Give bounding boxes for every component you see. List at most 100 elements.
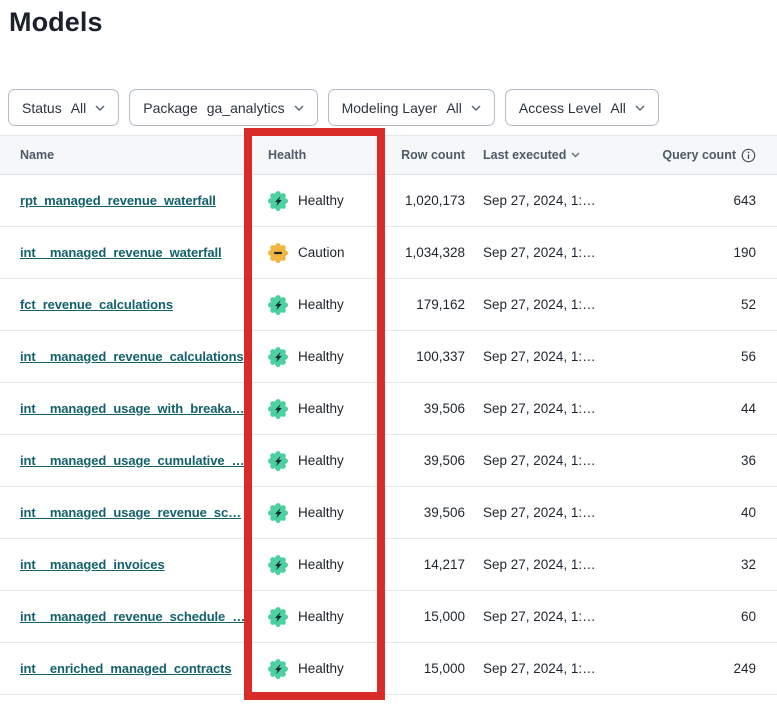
row-count: 1,020,173 xyxy=(383,193,473,208)
filter-access-level-label: Access Level xyxy=(519,100,601,116)
model-link[interactable]: int__managed_invoices xyxy=(20,557,165,572)
query-count: 32 xyxy=(610,557,777,572)
row-count: 1,034,328 xyxy=(383,245,473,260)
health-badge-icon xyxy=(268,659,288,679)
health-label: Healthy xyxy=(298,193,344,208)
health-label: Caution xyxy=(298,245,345,260)
chevron-down-icon xyxy=(471,105,481,111)
column-header-name: Name xyxy=(0,148,248,162)
health-badge-icon xyxy=(268,399,288,419)
column-header-last-executed-label: Last executed xyxy=(483,148,566,162)
column-header-last-executed[interactable]: Last executed xyxy=(473,148,610,162)
table-row: rpt_managed_revenue_waterfall xyxy=(0,175,777,227)
chevron-down-icon xyxy=(635,105,645,111)
last-executed: Sep 27, 2024, 1:… xyxy=(473,661,610,676)
model-link[interactable]: int__managed_revenue_calculations xyxy=(20,349,244,364)
query-count: 60 xyxy=(610,609,777,624)
last-executed: Sep 27, 2024, 1:… xyxy=(473,453,610,468)
query-count: 52 xyxy=(610,297,777,312)
health-label: Healthy xyxy=(298,453,344,468)
last-executed: Sep 27, 2024, 1:… xyxy=(473,557,610,572)
query-count: 40 xyxy=(610,505,777,520)
table-row: int__managed_revenue_calculations xyxy=(0,331,777,383)
column-header-query-count-label: Query count xyxy=(662,148,736,162)
row-count: 179,162 xyxy=(383,297,473,312)
column-header-query-count: Query count xyxy=(610,148,777,163)
last-executed: Sep 27, 2024, 1:… xyxy=(473,245,610,260)
model-link[interactable]: int__enriched_managed_contracts xyxy=(20,661,231,676)
models-table: Name Health Row count Last executed Quer… xyxy=(0,135,777,695)
last-executed: Sep 27, 2024, 1:… xyxy=(473,505,610,520)
filter-status[interactable]: Status All xyxy=(8,89,119,126)
table-row: int__enriched_managed_contracts xyxy=(0,643,777,695)
health-badge-icon xyxy=(268,555,288,575)
health-badge-icon xyxy=(268,243,288,263)
query-count: 44 xyxy=(610,401,777,416)
health-badge-icon xyxy=(268,503,288,523)
model-link[interactable]: int__managed_usage_with_breaka… xyxy=(20,401,245,416)
row-count: 39,506 xyxy=(383,505,473,520)
chevron-down-icon xyxy=(294,105,304,111)
table-row: int__managed_usage_revenue_sc… xyxy=(0,487,777,539)
column-header-row-count: Row count xyxy=(383,148,473,162)
query-count: 56 xyxy=(610,349,777,364)
health-label: Healthy xyxy=(298,609,344,624)
info-icon[interactable] xyxy=(741,148,756,163)
filter-status-value: All xyxy=(71,100,87,116)
query-count: 249 xyxy=(610,661,777,676)
last-executed: Sep 27, 2024, 1:… xyxy=(473,297,610,312)
row-count: 15,000 xyxy=(383,661,473,676)
health-badge-icon xyxy=(268,191,288,211)
filter-access-level[interactable]: Access Level All xyxy=(505,89,659,126)
filter-package-label: Package xyxy=(143,100,197,116)
model-link[interactable]: int__managed_usage_revenue_sc… xyxy=(20,505,241,520)
model-link[interactable]: rpt_managed_revenue_waterfall xyxy=(20,193,216,208)
filter-modeling-layer-value: All xyxy=(446,100,462,116)
filter-access-level-value: All xyxy=(610,100,626,116)
table-row: int__managed_usage_cumulative_… xyxy=(0,435,777,487)
health-label: Healthy xyxy=(298,349,344,364)
table-header: Name Health Row count Last executed Quer… xyxy=(0,135,777,175)
row-count: 100,337 xyxy=(383,349,473,364)
last-executed: Sep 27, 2024, 1:… xyxy=(473,349,610,364)
last-executed: Sep 27, 2024, 1:… xyxy=(473,193,610,208)
model-link[interactable]: int__managed_usage_cumulative_… xyxy=(20,453,245,468)
model-link[interactable]: int__managed_revenue_schedule_… xyxy=(20,609,245,624)
row-count: 14,217 xyxy=(383,557,473,572)
table-row: fct_revenue_calculations xyxy=(0,279,777,331)
chevron-down-icon xyxy=(95,105,105,111)
sort-chevron-icon xyxy=(571,152,580,158)
table-row: int__managed_invoices xyxy=(0,539,777,591)
query-count: 190 xyxy=(610,245,777,260)
filter-status-label: Status xyxy=(22,100,62,116)
table-row: int__managed_revenue_schedule_… xyxy=(0,591,777,643)
last-executed: Sep 27, 2024, 1:… xyxy=(473,609,610,624)
health-badge-icon xyxy=(268,347,288,367)
health-label: Healthy xyxy=(298,297,344,312)
health-label: Healthy xyxy=(298,401,344,416)
health-badge-icon xyxy=(268,295,288,315)
health-label: Healthy xyxy=(298,661,344,676)
row-count: 39,506 xyxy=(383,453,473,468)
page-title: Models xyxy=(9,7,777,38)
row-count: 39,506 xyxy=(383,401,473,416)
health-badge-icon xyxy=(268,607,288,627)
table-row: int__managed_usage_with_breaka… xyxy=(0,383,777,435)
health-label: Healthy xyxy=(298,505,344,520)
row-count: 15,000 xyxy=(383,609,473,624)
column-header-health: Health xyxy=(248,148,383,162)
filter-modeling-layer[interactable]: Modeling Layer All xyxy=(328,89,495,126)
health-label: Healthy xyxy=(298,557,344,572)
query-count: 643 xyxy=(610,193,777,208)
filter-package[interactable]: Package ga_analytics xyxy=(129,89,317,126)
table-row: int__managed_revenue_waterfall xyxy=(0,227,777,279)
table-body: rpt_managed_revenue_waterfall xyxy=(0,175,777,695)
last-executed: Sep 27, 2024, 1:… xyxy=(473,401,610,416)
filter-bar: Status All Package ga_analytics Modeling… xyxy=(8,89,659,126)
filter-modeling-layer-label: Modeling Layer xyxy=(342,100,438,116)
model-link[interactable]: fct_revenue_calculations xyxy=(20,297,173,312)
health-badge-icon xyxy=(268,451,288,471)
model-link[interactable]: int__managed_revenue_waterfall xyxy=(20,245,221,260)
filter-package-value: ga_analytics xyxy=(207,100,285,116)
query-count: 36 xyxy=(610,453,777,468)
